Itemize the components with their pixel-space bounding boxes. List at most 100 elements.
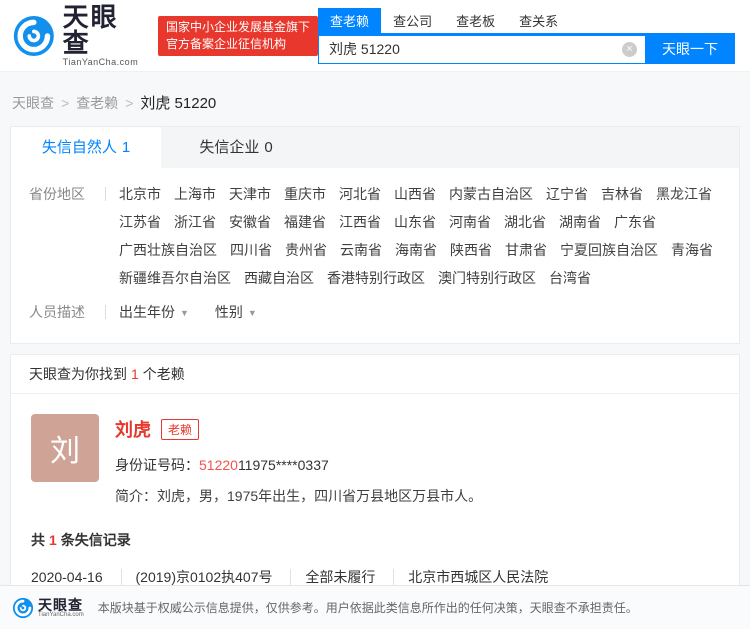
filter-divider xyxy=(105,305,106,319)
region-filter-link[interactable]: 山西省 xyxy=(394,180,436,208)
filter-dropdown-label: 性别 xyxy=(215,304,243,320)
logo-text-block: 天眼查 TianYanCha.com xyxy=(63,4,146,67)
person-name[interactable]: 刘虎 xyxy=(115,416,151,442)
region-filter-link[interactable]: 海南省 xyxy=(395,236,437,264)
filter-dropdown[interactable]: 出生年份 ▼ xyxy=(119,298,189,327)
filter-card: 失信自然人 1 失信企业0 省份地区 北京市上海市天津市重庆市河北省山西省内蒙古自… xyxy=(10,126,740,344)
region-filter-row: 省份地区 北京市上海市天津市重庆市河北省山西省内蒙古自治区辽宁省吉林省黑龙江省江… xyxy=(29,180,723,292)
region-filter-link[interactable]: 澳门特别行政区 xyxy=(438,264,536,292)
region-filter-link[interactable]: 辽宁省 xyxy=(546,180,588,208)
caret-down-icon: ▼ xyxy=(248,308,257,318)
region-filter-link[interactable]: 北京市 xyxy=(119,180,161,208)
region-filter-link[interactable]: 贵州省 xyxy=(285,236,327,264)
footer-disclaimer: 本版块基于权威公示信息提供，仅供参考。用户依据此类信息所作出的任何决策，天眼查不… xyxy=(98,599,638,616)
avatar[interactable]: 刘 xyxy=(31,414,99,482)
record-count-line: 共1条失信记录 xyxy=(31,530,739,550)
region-filter-link[interactable]: 河南省 xyxy=(449,208,491,236)
person-name-row: 刘虎 老赖 xyxy=(115,416,482,442)
record-case-number: (2019)京0102执407号 xyxy=(121,569,273,585)
region-filter-link[interactable]: 甘肃省 xyxy=(505,236,547,264)
breadcrumb-item[interactable]: 查老赖 xyxy=(76,95,118,111)
region-row: 新疆维吾尔自治区西藏自治区香港特别行政区澳门特别行政区台湾省 xyxy=(119,264,726,292)
region-filter-link[interactable]: 重庆市 xyxy=(284,180,326,208)
summary-prefix: 天眼查为你找到 xyxy=(29,366,127,382)
search-row: × 天眼一下 xyxy=(318,35,735,64)
tianyancha-logo[interactable]: 天眼查 TianYanCha.com xyxy=(12,4,146,67)
intro-text: 刘虎，男，1975年出生，四川省万县地区万县市人。 xyxy=(157,488,482,504)
region-filter-link[interactable]: 福建省 xyxy=(284,208,326,236)
search-input[interactable] xyxy=(318,35,645,64)
record-status: 全部未履行 xyxy=(290,569,375,585)
region-filter-link[interactable]: 上海市 xyxy=(174,180,216,208)
region-filter-link[interactable]: 湖南省 xyxy=(559,208,601,236)
result-tab-count: 1 xyxy=(122,139,130,156)
region-filter-link[interactable]: 河北省 xyxy=(339,180,381,208)
breadcrumb-item: 刘虎 51220 xyxy=(140,95,216,112)
filter-divider xyxy=(105,187,106,201)
person-result-item: 刘 刘虎 老赖 身份证号码：5122011975****0337 简介：刘虎，男… xyxy=(11,394,739,506)
region-filter-link[interactable]: 湖北省 xyxy=(504,208,546,236)
region-filter-link[interactable]: 云南省 xyxy=(340,236,382,264)
person-info: 刘虎 老赖 身份证号码：5122011975****0337 简介：刘虎，男，1… xyxy=(115,414,482,506)
region-filter-link[interactable]: 陕西省 xyxy=(450,236,492,264)
region-row: 江苏省浙江省安徽省福建省江西省山东省河南省湖北省湖南省广东省 xyxy=(119,208,726,236)
breadcrumb-separator: > xyxy=(125,95,133,111)
result-tab-label: 失信企业 xyxy=(199,139,259,156)
region-filter-link[interactable]: 台湾省 xyxy=(549,264,591,292)
region-filter-link[interactable]: 新疆维吾尔自治区 xyxy=(119,264,231,292)
summary-count: 1 xyxy=(131,366,139,382)
region-filter-link[interactable]: 浙江省 xyxy=(174,208,216,236)
breadcrumb: 天眼查>查老赖>刘虎 51220 xyxy=(12,92,750,113)
region-filter-link[interactable]: 吉林省 xyxy=(601,180,643,208)
filter-dropdown-label: 出生年份 xyxy=(119,304,175,320)
search-tab[interactable]: 查公司 xyxy=(381,8,444,33)
region-filter-link[interactable]: 内蒙古自治区 xyxy=(449,180,533,208)
region-rows: 北京市上海市天津市重庆市河北省山西省内蒙古自治区辽宁省吉林省黑龙江省江苏省浙江省… xyxy=(119,180,726,292)
region-filter-link[interactable]: 四川省 xyxy=(230,236,272,264)
region-filter-link[interactable]: 广西壮族自治区 xyxy=(119,236,217,264)
result-tab-label: 失信自然人 xyxy=(42,139,117,156)
region-filter-link[interactable]: 宁夏回族自治区 xyxy=(560,236,658,264)
region-filter-link[interactable]: 青海省 xyxy=(671,236,713,264)
logo-subtext: TianYanCha.com xyxy=(63,57,146,67)
record-count: 1 xyxy=(49,532,57,548)
region-filter-link[interactable]: 广东省 xyxy=(614,208,656,236)
search-tab[interactable]: 查老赖 xyxy=(318,8,381,33)
search-tab[interactable]: 查老板 xyxy=(444,8,507,33)
footer-logo-name: 天眼查 xyxy=(38,598,84,612)
person-filter-row: 人员描述 出生年份▼ 性别▼ xyxy=(29,298,723,327)
record-court: 北京市西城区人民法院 xyxy=(393,569,548,585)
result-tab[interactable]: 失信企业0 xyxy=(161,127,311,168)
record-count-suffix: 条失信记录 xyxy=(61,532,131,548)
record-date: 2020-04-16 xyxy=(31,569,103,585)
gov-certification-badge: 国家中小企业发展基金旗下 官方备案企业征信机构 xyxy=(158,16,318,56)
footer-logo[interactable]: 天眼查 TianYanCha.com xyxy=(12,597,84,619)
region-filter-link[interactable]: 香港特别行政区 xyxy=(327,264,425,292)
footer-logo-subtext: TianYanCha.com xyxy=(38,612,84,618)
id-number-label: 身份证号码： xyxy=(115,457,199,473)
gov-badge-line2: 官方备案企业征信机构 xyxy=(166,36,310,53)
footer: 天眼查 TianYanCha.com 本版块基于权威公示信息提供，仅供参考。用户… xyxy=(0,585,750,629)
caret-down-icon: ▼ xyxy=(180,308,189,318)
region-filter-link[interactable]: 江苏省 xyxy=(119,208,161,236)
region-filter-link[interactable]: 西藏自治区 xyxy=(244,264,314,292)
results-card: 天眼查为你找到1个老赖 刘 刘虎 老赖 身份证号码：5122011975****… xyxy=(10,354,740,614)
region-filter-link[interactable]: 江西省 xyxy=(339,208,381,236)
search-button[interactable]: 天眼一下 xyxy=(645,35,735,64)
tianyancha-logo-icon xyxy=(12,597,34,619)
region-filter-link[interactable]: 黑龙江省 xyxy=(656,180,712,208)
clear-icon[interactable]: × xyxy=(622,42,637,57)
logo-name: 天眼查 xyxy=(63,4,146,56)
dishonesty-record-row: 2020-04-16 (2019)京0102执407号 全部未履行 北京市西城区… xyxy=(31,567,739,587)
filter-content: 省份地区 北京市上海市天津市重庆市河北省山西省内蒙古自治区辽宁省吉林省黑龙江省江… xyxy=(11,168,739,343)
footer-logo-text-block: 天眼查 TianYanCha.com xyxy=(38,598,84,618)
region-filter-link[interactable]: 山东省 xyxy=(394,208,436,236)
breadcrumb-item[interactable]: 天眼查 xyxy=(12,95,54,111)
region-filter-link[interactable]: 天津市 xyxy=(229,180,271,208)
filter-dropdown[interactable]: 性别 ▼ xyxy=(215,298,257,327)
search-tab[interactable]: 查关系 xyxy=(507,8,570,33)
search-tab-bar: 查老赖 查公司 查老板 查关系 xyxy=(318,8,735,35)
region-filter-link[interactable]: 安徽省 xyxy=(229,208,271,236)
intro-row: 简介：刘虎，男，1975年出生，四川省万县地区万县市人。 xyxy=(115,486,482,506)
result-tab[interactable]: 失信自然人 1 xyxy=(11,127,161,168)
